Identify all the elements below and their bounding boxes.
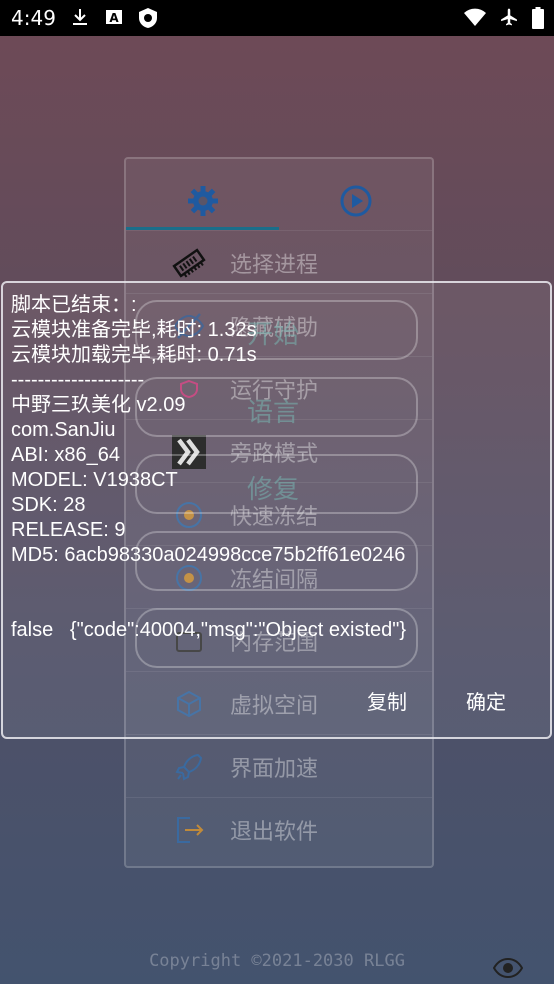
dialog-line: RELEASE: 9 (11, 519, 126, 541)
dialog-line: -------------------- (11, 369, 145, 391)
tab-run[interactable] (279, 173, 432, 229)
dialog-line: 云模块加载完毕,耗时: 0.71s (11, 344, 257, 366)
a-icon: A (106, 10, 122, 25)
tab-settings[interactable] (126, 173, 279, 229)
status-bar: 4:49 A (0, 0, 554, 36)
dialog-line: 脚本已结束：: (11, 294, 137, 316)
airplane-icon (501, 8, 517, 26)
play-icon (340, 185, 371, 217)
memory-chip-icon (172, 248, 206, 278)
dialog-line: ABI: x86_64 (11, 444, 120, 466)
dialog-line: MODEL: V1938CT (11, 469, 178, 491)
exit-icon (177, 817, 204, 843)
menu-item-label: 选择进程 (230, 253, 319, 278)
copy-button[interactable]: 复制 (367, 686, 407, 715)
script-result-dialog: 脚本已结束：: 云模块准备完毕,耗时: 1.32s 云模块加载完毕,耗时: 0.… (1, 281, 552, 739)
dialog-line: MD5: 6acb98330a024998cce75b2ff61e0246 (11, 544, 406, 566)
dialog-line (11, 593, 406, 618)
eye-icon[interactable] (493, 957, 523, 979)
battery-icon (532, 7, 544, 29)
shield-icon (139, 8, 157, 28)
dialog-line: 中野三玖美化 v2.09 (11, 394, 186, 416)
download-icon (73, 9, 87, 25)
dialog-line: 云模块准备完毕,耗时: 1.32s (11, 319, 257, 341)
wifi-icon (464, 8, 486, 26)
ok-button[interactable]: 确定 (466, 686, 506, 715)
menu-item-exit[interactable]: 退出软件 (126, 797, 432, 861)
dialog-line: false {"code":40004,"msg":"Object existe… (11, 619, 407, 641)
menu-item-label: 界面加速 (230, 757, 319, 782)
rocket-icon (175, 753, 203, 781)
status-time: 4:49 (11, 6, 56, 30)
dialog-line (11, 568, 406, 593)
menu-item-label: 退出软件 (230, 820, 319, 845)
menu-item-ui-accelerate[interactable]: 界面加速 (126, 734, 432, 798)
gear-icon (187, 186, 218, 216)
dialog-line: com.SanJiu (11, 419, 116, 441)
dialog-line: SDK: 28 (11, 494, 86, 516)
dialog-message: 脚本已结束：: 云模块准备完毕,耗时: 1.32s 云模块加载完毕,耗时: 0.… (11, 293, 406, 643)
copyright: Copyright ©2021-2030 RLGG (149, 951, 405, 971)
svg-text:A: A (109, 11, 119, 25)
